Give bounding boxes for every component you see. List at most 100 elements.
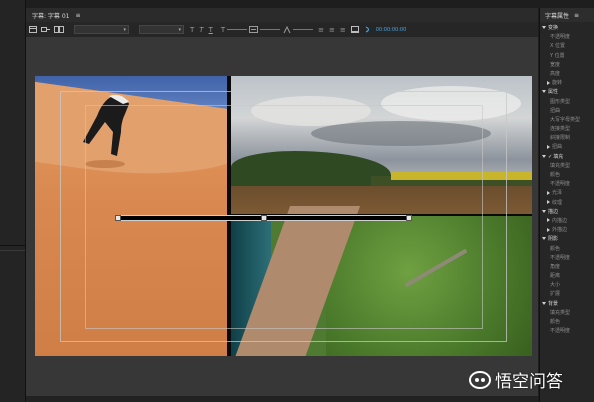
property-label: 大写字母类型 xyxy=(550,116,581,123)
property-row[interactable]: 不透明度 xyxy=(542,33,594,42)
property-row[interactable]: 大小 xyxy=(542,281,594,290)
property-row[interactable]: 颜色 xyxy=(542,171,594,180)
title-designer-window: 字幕: 字幕 01 ≡ ▾ ▾ T T T T ≡ ≡ ≡ 00:00:00:0… xyxy=(0,0,594,402)
italic-tool[interactable]: T xyxy=(199,24,203,36)
resize-handle-left[interactable] xyxy=(115,215,121,221)
property-row[interactable]: 光泽 xyxy=(542,189,594,198)
tracking-slider[interactable] xyxy=(293,24,314,36)
property-label: 背景 xyxy=(548,300,559,307)
property-row[interactable]: 不透明度 xyxy=(542,327,594,336)
chevron-down-icon[interactable] xyxy=(542,26,546,29)
watermark-text: 悟空问答 xyxy=(495,372,563,392)
property-row[interactable]: 高度 xyxy=(542,70,594,79)
underline-tool[interactable]: T xyxy=(209,24,213,36)
property-label: X 位置 xyxy=(550,43,566,50)
chevron-down-icon[interactable] xyxy=(542,154,546,158)
chevron-right-icon[interactable] xyxy=(547,200,550,205)
chevron-right-icon[interactable] xyxy=(547,227,550,232)
chevron-down-icon[interactable] xyxy=(542,90,546,94)
property-row[interactable]: 纹理 xyxy=(542,199,594,208)
tab-stops-icon[interactable] xyxy=(350,24,359,36)
resize-handle-middle[interactable] xyxy=(261,215,267,221)
property-label: 填充 xyxy=(553,153,564,160)
property-label: 光泽 xyxy=(552,190,563,197)
property-row[interactable]: 填充类型 xyxy=(542,162,594,171)
panel-menu-icon[interactable]: ≡ xyxy=(75,12,80,19)
property-row[interactable]: 旋转 xyxy=(542,79,594,88)
title-canvas[interactable] xyxy=(26,37,538,397)
property-section[interactable]: 描边 xyxy=(542,208,594,217)
panel-menu-icon[interactable]: ≡ xyxy=(574,12,579,19)
property-row[interactable]: 距离 xyxy=(542,272,594,281)
property-label: 距离 xyxy=(550,273,561,280)
left-panel-strip xyxy=(0,0,26,402)
property-row[interactable]: 角度 xyxy=(542,263,594,272)
align-left-button[interactable]: ≡ xyxy=(318,24,324,36)
roll-crawl-options-icon[interactable] xyxy=(41,24,50,36)
chevron-right-icon[interactable] xyxy=(547,190,550,195)
property-label: 属性 xyxy=(548,89,559,96)
font-family-select[interactable]: ▾ xyxy=(74,25,129,34)
property-label: 颜色 xyxy=(550,319,561,325)
title-line-shape[interactable] xyxy=(115,215,412,221)
property-label: 扭曲 xyxy=(552,144,563,151)
property-label: 不透明度 xyxy=(550,254,571,261)
chevron-down-icon: ▾ xyxy=(178,26,181,33)
property-row[interactable]: 图形类型 xyxy=(542,98,594,107)
chevron-down-icon[interactable] xyxy=(542,237,546,241)
property-row[interactable]: 不透明度 xyxy=(542,180,594,189)
property-row[interactable]: 大写字母类型 xyxy=(542,116,594,125)
show-background-video-icon[interactable] xyxy=(365,24,372,36)
checkbox-checked-icon[interactable]: ✓ xyxy=(548,154,552,160)
property-row[interactable]: X 位置 xyxy=(542,42,594,51)
property-row[interactable]: 扩展 xyxy=(542,290,594,299)
property-row[interactable]: 颜色 xyxy=(542,318,594,327)
property-label: 角度 xyxy=(550,263,561,270)
property-row[interactable]: 斜接限制 xyxy=(542,134,594,143)
leading-icon[interactable] xyxy=(249,24,259,36)
property-label: 不透明度 xyxy=(550,328,571,335)
timecode-display[interactable]: 00:00:00:00 xyxy=(376,27,407,33)
new-title-icon[interactable] xyxy=(29,24,37,36)
property-row[interactable]: 内描边 xyxy=(542,217,594,226)
property-label: 大小 xyxy=(550,282,561,289)
property-label: 内描边 xyxy=(552,217,568,224)
property-row[interactable]: 颜色 xyxy=(542,245,594,254)
font-style-select[interactable]: ▾ xyxy=(139,25,184,34)
panel-divider[interactable] xyxy=(0,245,25,246)
property-label: 扩展 xyxy=(550,291,561,298)
properties-panel-header[interactable]: 字幕属性 ≡ xyxy=(540,8,594,22)
property-section[interactable]: 阴影 xyxy=(542,235,594,244)
chevron-right-icon[interactable] xyxy=(547,80,550,85)
property-row[interactable]: 不透明度 xyxy=(542,254,594,263)
resize-handle-right[interactable] xyxy=(406,215,412,221)
align-center-button[interactable]: ≡ xyxy=(329,24,335,36)
property-row[interactable]: 填充类型 xyxy=(542,309,594,318)
property-row[interactable]: Y 位置 xyxy=(542,52,594,61)
align-right-button[interactable]: ≡ xyxy=(340,24,346,36)
property-label: 变换 xyxy=(548,25,559,31)
kerning-slider[interactable] xyxy=(227,24,248,36)
chevron-right-icon[interactable] xyxy=(547,144,550,149)
property-row[interactable]: 连接类型 xyxy=(542,125,594,134)
title-properties-panel: 字幕属性 ≡ 变换 不透明度 X 位置 Y 位置 宽度 高度 旋转 属性 图形类型 扭曲 大写字母类… xyxy=(539,8,594,402)
chevron-down-icon[interactable] xyxy=(542,301,546,305)
tab-title-label: 字幕: 字幕 01 xyxy=(32,12,70,20)
canvas-bottom-bar xyxy=(26,396,538,402)
kerning-tool[interactable]: T xyxy=(221,24,225,36)
templates-icon[interactable] xyxy=(54,24,64,36)
chevron-down-icon[interactable] xyxy=(542,209,546,213)
chevron-right-icon[interactable] xyxy=(547,218,550,223)
property-section[interactable]: 变换 xyxy=(542,24,594,33)
property-section[interactable]: ✓填充 xyxy=(542,153,594,162)
property-section[interactable]: 属性 xyxy=(542,88,594,97)
tracking-icon[interactable] xyxy=(283,24,291,36)
property-section[interactable]: 背景 xyxy=(542,300,594,309)
property-row[interactable]: 扭曲 xyxy=(542,143,594,152)
property-row[interactable]: 扭曲 xyxy=(542,107,594,116)
tab-title[interactable]: 字幕: 字幕 01 ≡ xyxy=(26,11,81,20)
property-row[interactable]: 宽度 xyxy=(542,61,594,70)
text-style-tool[interactable]: T xyxy=(190,24,194,36)
property-row[interactable]: 外描边 xyxy=(542,226,594,235)
leading-slider[interactable] xyxy=(260,24,281,36)
